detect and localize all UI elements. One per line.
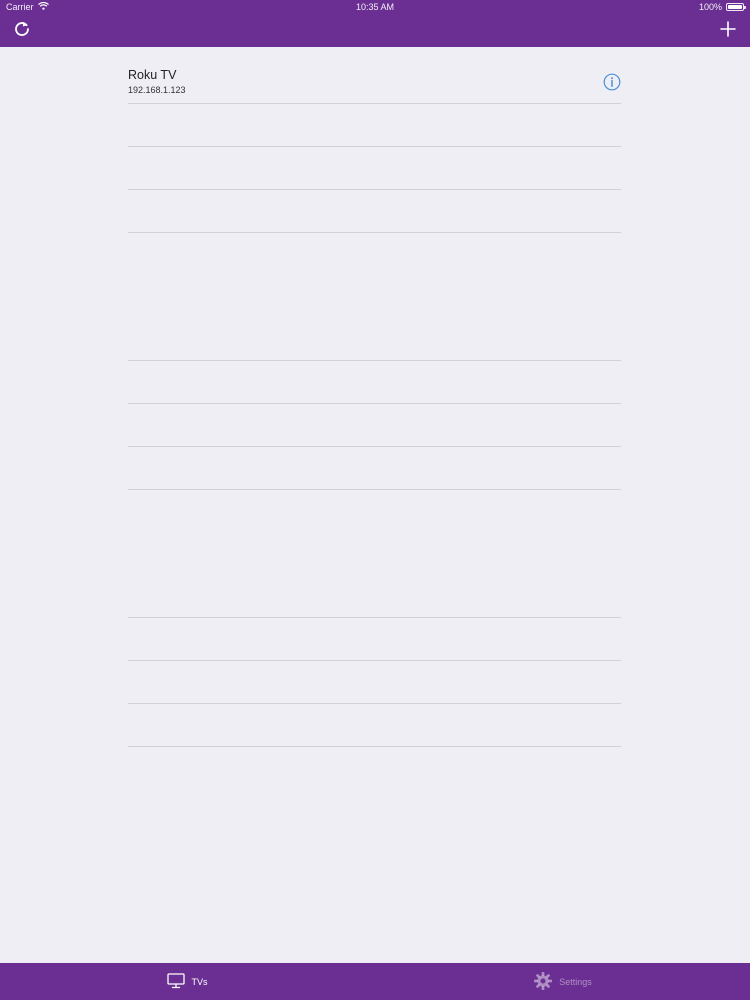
plus-icon: [720, 20, 736, 42]
refresh-icon: [13, 20, 31, 43]
empty-row: [128, 404, 621, 447]
empty-row: [128, 618, 621, 661]
status-time: 10:35 AM: [355, 2, 395, 12]
tab-tvs[interactable]: TVs: [0, 963, 375, 1000]
status-bar: Carrier 10:35 AM 100%: [0, 0, 750, 14]
tab-bar: TVs Settings: [0, 963, 750, 1000]
device-name: Roku TV: [128, 68, 177, 82]
empty-row: [128, 190, 621, 233]
add-tv-button[interactable]: [716, 20, 740, 42]
battery-percent: 100%: [698, 2, 722, 12]
empty-row: [128, 104, 621, 147]
empty-row: [128, 361, 621, 404]
info-button[interactable]: [603, 73, 621, 91]
empty-row: [128, 447, 621, 490]
empty-row: [128, 704, 621, 747]
tab-label-tvs: TVs: [191, 976, 208, 987]
empty-row: [128, 147, 621, 190]
battery-icon: [726, 3, 746, 11]
device-ip: 192.168.1.123: [128, 85, 186, 95]
tab-label-settings: Settings: [559, 976, 592, 987]
empty-row: [128, 233, 621, 361]
status-right: 100%: [698, 2, 746, 12]
empty-row: [128, 490, 621, 618]
gear-icon: [533, 971, 553, 993]
device-row[interactable]: Roku TV 192.168.1.123: [128, 61, 621, 104]
empty-row: [128, 661, 621, 704]
tab-settings[interactable]: Settings: [375, 963, 750, 1000]
navigation-bar: Carrier 10:35 AM 100%: [0, 0, 750, 47]
tv-icon: [167, 972, 186, 991]
battery-level: [728, 5, 742, 9]
info-icon: [603, 73, 621, 95]
refresh-button[interactable]: [10, 20, 34, 42]
tv-list: Roku TV 192.168.1.123: [128, 61, 621, 747]
